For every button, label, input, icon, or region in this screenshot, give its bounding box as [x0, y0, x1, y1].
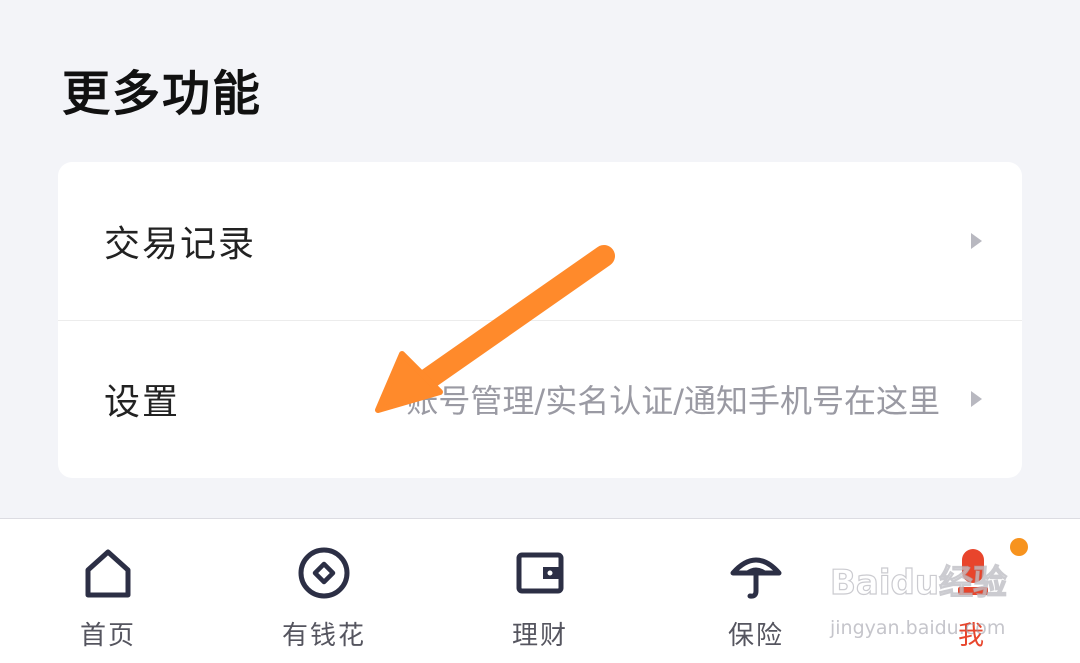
chevron-right-icon: [971, 233, 982, 249]
tab-licai[interactable]: 理财: [432, 519, 648, 663]
tab-label: 首页: [79, 621, 136, 651]
tab-label: 理财: [511, 621, 568, 651]
tab-baoxian[interactable]: 保险: [648, 519, 864, 663]
section-title: 更多功能: [62, 66, 263, 122]
tab-home[interactable]: 首页: [0, 519, 216, 663]
chevron-right-icon: [971, 391, 982, 407]
tab-label: 保险: [727, 621, 784, 651]
menu-item-settings[interactable]: 设置 账号管理/实名认证/通知手机号在这里: [58, 320, 1022, 478]
coin-icon: [298, 547, 350, 599]
bottom-tab-bar: 首页 有钱花 理财 保险 我: [0, 518, 1080, 663]
wallet-icon: [516, 552, 564, 594]
more-functions-card: 交易记录 设置 账号管理/实名认证/通知手机号在这里: [58, 162, 1022, 478]
menu-item-label: 交易记录: [104, 224, 257, 265]
tab-youqianhua[interactable]: 有钱花: [216, 519, 432, 663]
menu-item-label: 设置: [104, 382, 181, 423]
notification-dot: [1010, 538, 1028, 556]
menu-item-transaction-records[interactable]: 交易记录: [58, 162, 1022, 321]
profile-icon: [958, 549, 988, 595]
tab-label: 我: [957, 621, 986, 651]
tab-me[interactable]: 我: [864, 519, 1080, 663]
tab-label: 有钱花: [281, 621, 366, 651]
home-icon: [85, 549, 131, 598]
menu-item-hint: 账号管理/实名认证/通知手机号在这里: [406, 382, 940, 420]
umbrella-icon: [730, 557, 782, 599]
